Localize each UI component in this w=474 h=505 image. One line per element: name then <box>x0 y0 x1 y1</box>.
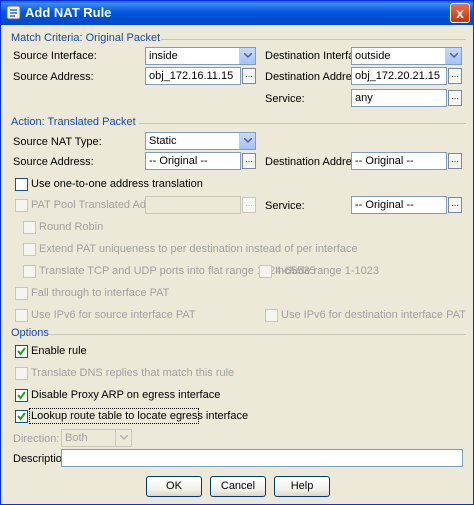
translate-dns-label: Translate DNS replies that match this ru… <box>31 367 235 379</box>
chevron-down-icon[interactable] <box>115 430 131 446</box>
destination-address-value: obj_172.20.21.15 <box>355 70 441 82</box>
nat-type-label: Source NAT Type: <box>13 136 102 148</box>
one-to-one-checkbox[interactable] <box>15 178 28 191</box>
translated-service-field[interactable]: -- Original -- <box>351 196 447 214</box>
divider <box>49 334 466 335</box>
translated-packet-header: Action: Translated Packet <box>11 116 136 128</box>
source-address-browse-button[interactable]: ... <box>242 68 256 84</box>
source-interface-value: inside <box>149 50 178 62</box>
divider <box>161 39 466 40</box>
nat-type-value: Static <box>149 135 177 147</box>
direction-label: Direction: <box>13 433 60 445</box>
direction-select[interactable]: Both <box>61 429 132 447</box>
destination-address-field[interactable]: obj_172.20.21.15 <box>351 67 447 85</box>
ok-button[interactable]: OK <box>146 476 202 497</box>
ipv6-destination-label: Use IPv6 for destination interface PAT <box>281 309 466 321</box>
source-address-field[interactable]: obj_172.16.11.15 <box>145 67 241 85</box>
pat-pool-checkbox[interactable] <box>15 199 28 212</box>
translated-destination-address-value: -- Original -- <box>355 155 414 167</box>
translated-source-address-field[interactable]: -- Original -- <box>145 152 241 170</box>
title-bar[interactable]: Add NAT Rule x <box>1 1 473 25</box>
source-address-value: obj_172.16.11.15 <box>149 70 234 82</box>
fall-through-label: Fall through to interface PAT <box>31 287 170 299</box>
translate-ports-checkbox[interactable] <box>23 265 36 278</box>
check-icon <box>17 412 26 421</box>
translated-source-browse-button[interactable]: ... <box>242 153 256 169</box>
nat-type-select[interactable]: Static <box>145 132 256 150</box>
translated-service-value: -- Original -- <box>355 199 414 211</box>
chevron-down-icon[interactable] <box>239 133 255 149</box>
pat-pool-browse-button[interactable]: ... <box>242 197 256 213</box>
translate-dns-checkbox[interactable] <box>15 367 28 380</box>
chevron-down-icon[interactable] <box>239 48 255 64</box>
options-header: Options <box>11 327 49 339</box>
destination-interface-select[interactable]: outside <box>351 47 462 65</box>
service-field[interactable]: any <box>351 89 447 107</box>
service-browse-button[interactable]: ... <box>448 90 462 106</box>
translated-destination-browse-button[interactable]: ... <box>448 153 462 169</box>
divider <box>139 123 466 124</box>
cancel-button[interactable]: Cancel <box>210 476 266 497</box>
ipv6-source-checkbox[interactable] <box>15 309 28 322</box>
service-value: any <box>355 92 373 104</box>
service-label: Service: <box>265 93 305 105</box>
chevron-down-icon[interactable] <box>445 48 461 64</box>
round-robin-label: Round Robin <box>39 221 104 233</box>
include-range-label: Include range 1-1023 <box>275 265 379 277</box>
help-button[interactable]: Help <box>274 476 330 497</box>
translated-service-label: Service: <box>265 200 305 212</box>
ipv6-source-label: Use IPv6 for source interface PAT <box>31 309 196 321</box>
round-robin-checkbox[interactable] <box>23 221 36 234</box>
fall-through-checkbox[interactable] <box>15 287 28 300</box>
direction-value: Both <box>65 432 88 444</box>
translated-source-address-value: -- Original -- <box>149 155 208 167</box>
enable-rule-label: Enable rule <box>31 345 87 357</box>
include-range-checkbox[interactable] <box>259 265 272 278</box>
window-title: Add NAT Rule <box>25 5 112 20</box>
pat-pool-address-field[interactable] <box>145 196 241 214</box>
disable-proxy-arp-label: Disable Proxy ARP on egress interface <box>31 389 221 401</box>
lookup-route-checkbox[interactable] <box>15 410 28 423</box>
translated-destination-address-field[interactable]: -- Original -- <box>351 152 447 170</box>
source-address-label: Source Address: <box>13 71 94 83</box>
destination-address-browse-button[interactable]: ... <box>448 68 462 84</box>
disable-proxy-arp-checkbox[interactable] <box>15 389 28 402</box>
source-interface-select[interactable]: inside <box>145 47 256 65</box>
check-icon <box>17 391 26 400</box>
destination-interface-value: outside <box>355 50 391 62</box>
app-icon <box>6 5 21 20</box>
translated-service-browse-button[interactable]: ... <box>448 197 462 213</box>
extend-pat-label: Extend PAT uniqueness to per destination… <box>39 243 358 255</box>
add-nat-rule-dialog: Add NAT Rule x Match Criteria: Original … <box>0 0 474 505</box>
enable-rule-checkbox[interactable] <box>15 345 28 358</box>
extend-pat-checkbox[interactable] <box>23 243 36 256</box>
description-field[interactable] <box>61 449 463 467</box>
check-icon <box>17 347 26 356</box>
translated-source-address-label: Source Address: <box>13 156 94 168</box>
one-to-one-label: Use one-to-one address translation <box>31 178 203 190</box>
lookup-route-label: Lookup route table to locate egress inte… <box>31 410 249 422</box>
ipv6-destination-checkbox[interactable] <box>265 309 278 322</box>
close-button[interactable]: x <box>450 3 470 23</box>
source-interface-label: Source Interface: <box>13 50 97 62</box>
original-packet-header: Match Criteria: Original Packet <box>11 32 161 44</box>
